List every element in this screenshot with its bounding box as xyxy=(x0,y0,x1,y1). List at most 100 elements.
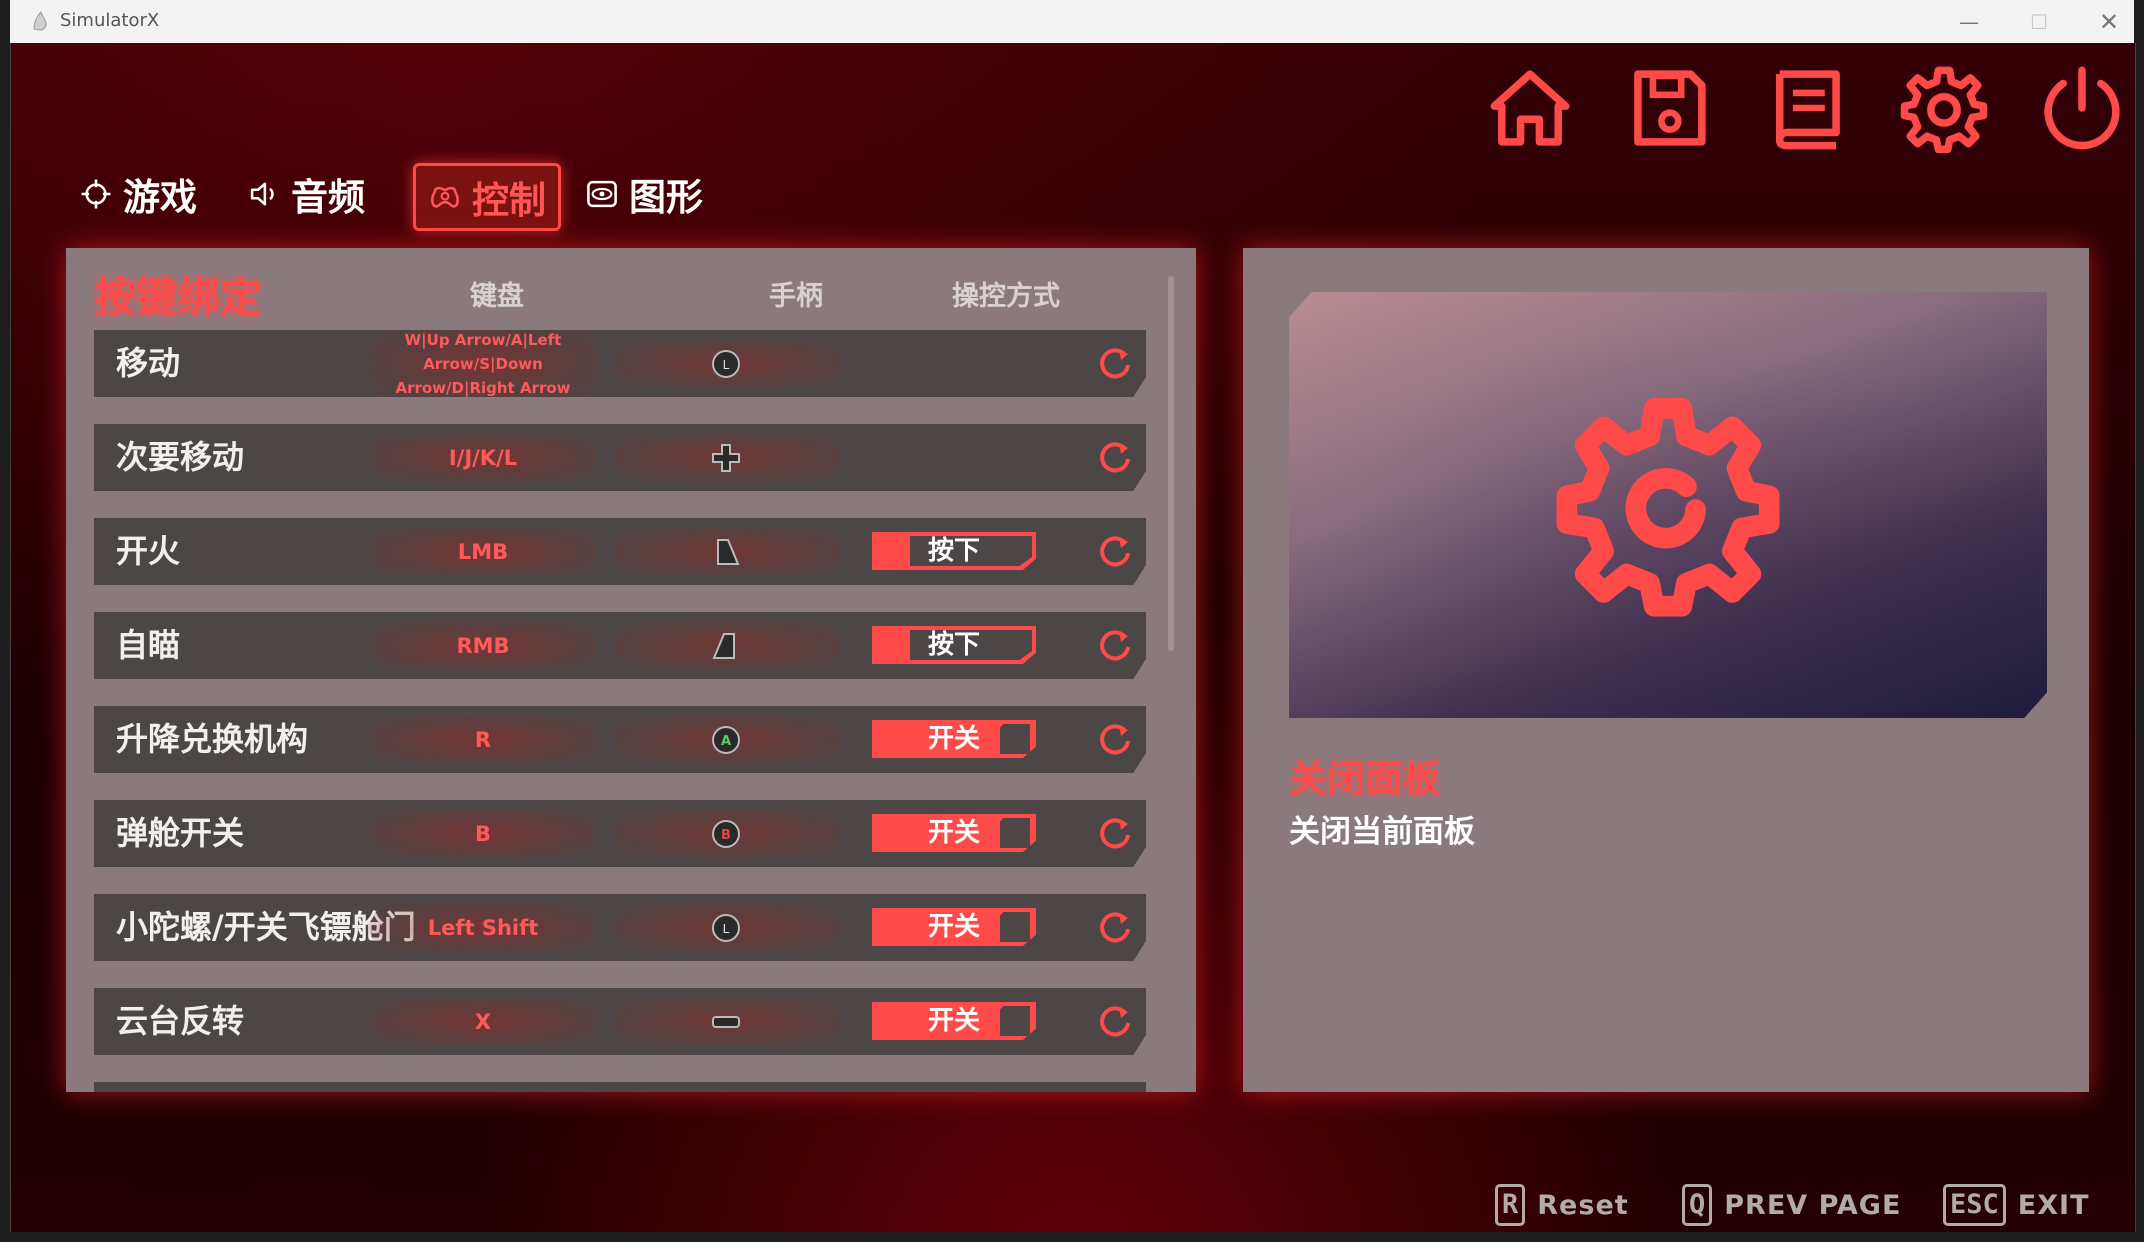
power-icon[interactable] xyxy=(2035,61,2129,155)
svg-text:A: A xyxy=(721,734,731,749)
mode-press-button[interactable]: 按下 xyxy=(872,626,1036,664)
mode-press-button[interactable]: 按下 xyxy=(872,532,1036,570)
mode-toggle-button[interactable]: 开关 xyxy=(872,720,1036,758)
reset-binding-icon[interactable] xyxy=(1097,815,1133,851)
reset-binding-icon[interactable] xyxy=(1097,909,1133,945)
taskbar-strip xyxy=(0,1232,2144,1242)
keyboard-binding[interactable]: LMB xyxy=(369,528,597,575)
binding-label: 开火 xyxy=(116,532,181,570)
keyboard-binding[interactable]: I/J/K/L xyxy=(369,434,597,481)
reset-binding-icon[interactable] xyxy=(1097,533,1133,569)
gamepad-icon xyxy=(431,186,459,208)
app-icon xyxy=(33,10,47,31)
hint-label: Reset xyxy=(1537,1189,1629,1221)
binding-row-secondary-move[interactable]: 次要移动 I/J/K/L xyxy=(94,424,1146,491)
book-icon[interactable] xyxy=(1759,61,1853,155)
binding-label: 自瞄 xyxy=(116,626,181,664)
binding-row-partial[interactable] xyxy=(94,1082,1146,1092)
tab-label: 音频 xyxy=(291,176,365,219)
right-trigger-icon xyxy=(717,539,740,565)
left-stick-press-icon: L xyxy=(712,914,740,942)
eye-icon xyxy=(587,180,617,208)
bindings-title: 按键绑定 xyxy=(94,273,263,322)
detail-description: 关闭当前面板 xyxy=(1289,814,1475,850)
preview-image xyxy=(1289,292,2047,718)
window-maximize-button[interactable]: ☐ xyxy=(2004,0,2074,43)
detail-title: 关闭面板 xyxy=(1289,757,1442,801)
prev-page-hint[interactable]: Q PREV PAGE xyxy=(1682,1183,1901,1227)
binding-row-spin-dart-hatch[interactable]: 小陀螺/开关飞镖舱门 Left Shift L 开关 xyxy=(94,894,1146,961)
binding-row-magazine[interactable]: 弹舱开关 B B 开关 xyxy=(94,800,1146,867)
key-esc: ESC xyxy=(1943,1184,2006,1226)
keyboard-binding[interactable]: B xyxy=(369,810,597,857)
tab-label: 控制 xyxy=(472,179,546,222)
game-viewport: 游戏 音频 控制 图形 按键绑定 键盘 手柄 操控方式 移动 W|Up Arro… xyxy=(10,43,2136,1232)
left-trigger-icon xyxy=(712,633,735,659)
binding-row-move[interactable]: 移动 W|Up Arrow/A|Left Arrow/S|Down Arrow/… xyxy=(94,330,1146,397)
crosshair-icon xyxy=(81,179,111,209)
desktop-edge-left xyxy=(0,0,10,1242)
bindings-scrollbar[interactable] xyxy=(1168,276,1174,651)
detail-panel: 关闭面板 关闭当前面板 xyxy=(1243,248,2089,1092)
keyboard-binding[interactable]: R xyxy=(369,716,597,763)
hint-label: PREV PAGE xyxy=(1724,1189,1902,1221)
reset-binding-icon[interactable] xyxy=(1097,439,1133,475)
binding-row-fire[interactable]: 开火 LMB 按下 xyxy=(94,518,1146,585)
column-mode: 操控方式 xyxy=(952,281,1060,312)
reset-binding-icon[interactable] xyxy=(1097,345,1133,381)
mode-label: 开关 xyxy=(927,1006,980,1036)
column-gamepad: 手柄 xyxy=(769,281,823,312)
column-keyboard: 键盘 xyxy=(470,281,524,312)
left-stick-icon: L xyxy=(712,350,740,378)
mode-label: 按下 xyxy=(927,630,980,660)
key-q: Q xyxy=(1682,1184,1713,1226)
a-button-icon: A xyxy=(712,726,740,754)
hint-label: EXIT xyxy=(2017,1189,2090,1221)
settings-icon xyxy=(1556,398,1780,617)
binding-label: 次要移动 xyxy=(116,438,245,476)
binding-row-aim[interactable]: 自瞄 RMB 按下 xyxy=(94,612,1146,679)
binding-label: 弹舱开关 xyxy=(116,814,245,852)
keyboard-binding[interactable]: X xyxy=(369,998,597,1045)
mode-toggle-button[interactable]: 开关 xyxy=(872,814,1036,852)
svg-text:L: L xyxy=(723,922,730,936)
tab-control[interactable]: 控制 xyxy=(413,163,561,231)
tab-graphics[interactable]: 图形 xyxy=(585,163,703,225)
binding-row-gimbal-reverse[interactable]: 云台反转 X 开关 xyxy=(94,988,1146,1055)
reset-binding-icon[interactable] xyxy=(1097,1003,1133,1039)
keyboard-binding[interactable]: RMB xyxy=(369,622,597,669)
reset-hint[interactable]: R Reset xyxy=(1495,1183,1629,1227)
speaker-icon xyxy=(250,182,274,206)
binding-label: 升降兑换机构 xyxy=(116,720,309,758)
svg-text:L: L xyxy=(723,358,730,372)
bindings-panel: 按键绑定 键盘 手柄 操控方式 移动 W|Up Arrow/A|Left Arr… xyxy=(66,248,1196,1092)
window-titlebar: SimulatorX — ☐ ✕ xyxy=(10,0,2134,44)
binding-label: 移动 xyxy=(116,344,181,382)
reset-binding-icon[interactable] xyxy=(1097,627,1133,663)
view-button-icon xyxy=(712,1016,740,1028)
reset-binding-icon[interactable] xyxy=(1097,721,1133,757)
svg-text:B: B xyxy=(721,828,731,843)
save-icon[interactable] xyxy=(1621,61,1715,155)
tab-game[interactable]: 游戏 xyxy=(79,163,197,225)
mode-label: 开关 xyxy=(927,724,980,754)
settings-icon[interactable] xyxy=(1897,61,1991,155)
window-close-button[interactable]: ✕ xyxy=(2074,0,2144,43)
tab-label: 游戏 xyxy=(123,176,197,219)
mode-toggle-button[interactable]: 开关 xyxy=(872,1002,1036,1040)
b-button-icon: B xyxy=(712,820,740,848)
key-r: R xyxy=(1495,1184,1526,1226)
dpad-icon xyxy=(712,444,740,472)
mode-label: 开关 xyxy=(927,818,980,848)
mode-label: 按下 xyxy=(927,536,980,566)
mode-toggle-button[interactable]: 开关 xyxy=(872,908,1036,946)
binding-row-lift-exchange[interactable]: 升降兑换机构 R A 开关 xyxy=(94,706,1146,773)
tab-audio[interactable]: 音频 xyxy=(247,163,365,225)
keyboard-binding[interactable]: Left Shift xyxy=(369,904,597,951)
window-minimize-button[interactable]: — xyxy=(1934,0,2004,43)
tab-label: 图形 xyxy=(629,176,703,219)
exit-hint[interactable]: ESC EXIT xyxy=(1943,1183,2090,1227)
window-title: SimulatorX xyxy=(60,10,160,31)
home-icon[interactable] xyxy=(1483,61,1577,155)
keyboard-binding[interactable]: W|Up Arrow/A|Left Arrow/S|Down Arrow/D|R… xyxy=(369,330,597,397)
